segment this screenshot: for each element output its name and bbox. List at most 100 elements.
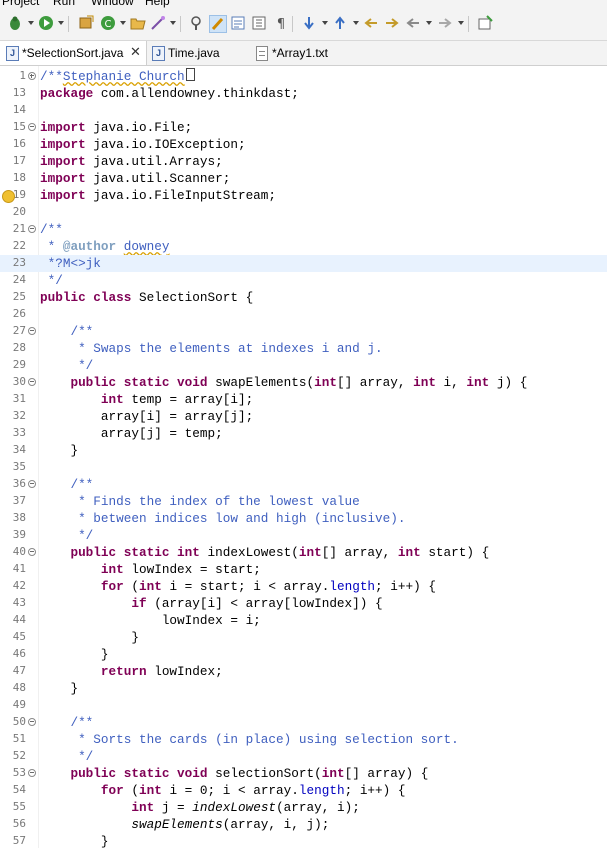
menu-help[interactable]: Help bbox=[145, 0, 170, 8]
forward-icon[interactable] bbox=[437, 15, 453, 31]
code-line[interactable]: 29 */ bbox=[0, 357, 607, 374]
code-line[interactable]: 35 bbox=[0, 459, 607, 476]
code-line[interactable]: 34 } bbox=[0, 442, 607, 459]
code-line[interactable]: 46 } bbox=[0, 646, 607, 663]
code-line[interactable]: 15 import java.io.File; bbox=[0, 119, 607, 136]
open-folder-icon[interactable] bbox=[130, 15, 146, 31]
code-line[interactable]: 38 * between indices low and high (inclu… bbox=[0, 510, 607, 527]
toggle-block-icon[interactable] bbox=[251, 15, 267, 31]
expand-fold-icon[interactable] bbox=[28, 72, 36, 80]
tab-selectionsort-java[interactable]: J *SelectionSort.java ✕ bbox=[0, 41, 147, 65]
code-line[interactable]: 26 bbox=[0, 306, 607, 323]
code-line[interactable]: 41 int lowIndex = start; bbox=[0, 561, 607, 578]
collapse-fold-icon[interactable] bbox=[28, 378, 36, 386]
code-line[interactable]: 19 import java.io.FileInputStream; bbox=[0, 187, 607, 204]
code-line[interactable]: 42 for (int i = start; i < array.length;… bbox=[0, 578, 607, 595]
code-line[interactable]: 17 import java.util.Arrays; bbox=[0, 153, 607, 170]
new-package-icon[interactable] bbox=[78, 15, 94, 31]
debug-icon[interactable] bbox=[7, 15, 23, 31]
run-icon[interactable] bbox=[38, 15, 54, 31]
code-line[interactable]: 25 public class SelectionSort { bbox=[0, 289, 607, 306]
code-line[interactable]: 22 * @author downey bbox=[0, 238, 607, 255]
back-icon[interactable] bbox=[405, 15, 421, 31]
code-line[interactable]: 48 } bbox=[0, 680, 607, 697]
code-token: java.io.FileInputStream; bbox=[93, 188, 277, 203]
collapse-fold-icon[interactable] bbox=[28, 327, 36, 335]
collapse-fold-icon[interactable] bbox=[28, 225, 36, 233]
code-line[interactable]: 37 * Finds the index of the lowest value bbox=[0, 493, 607, 510]
code-line[interactable]: 45 } bbox=[0, 629, 607, 646]
previous-annotation-dropdown-icon[interactable] bbox=[353, 21, 359, 25]
code-line[interactable]: 13 package com.allendowney.thinkdast; bbox=[0, 85, 607, 102]
code-token: i, bbox=[435, 375, 467, 390]
pilcrow-icon[interactable]: ¶ bbox=[273, 15, 289, 31]
code-line[interactable]: 36 /** bbox=[0, 476, 607, 493]
tab-array1-txt[interactable]: *Array1.txt bbox=[250, 41, 350, 65]
code-line[interactable]: 18 import java.util.Scanner; bbox=[0, 170, 607, 187]
code-line[interactable]: 39 */ bbox=[0, 527, 607, 544]
code-line[interactable]: 54 for (int i = 0; i < array.length; i++… bbox=[0, 782, 607, 799]
debug-dropdown-icon[interactable] bbox=[28, 21, 34, 25]
menu-window[interactable]: Window bbox=[91, 0, 134, 8]
menu-project[interactable]: Project bbox=[2, 0, 39, 8]
last-edit-location-icon[interactable] bbox=[363, 15, 379, 31]
search-icon[interactable] bbox=[189, 15, 205, 31]
pin-editor-icon[interactable] bbox=[477, 15, 493, 31]
code-line[interactable]: 49 bbox=[0, 697, 607, 714]
wand-icon[interactable] bbox=[150, 15, 166, 31]
code-line[interactable]: 56 swapElements(array, i, j); bbox=[0, 816, 607, 833]
next-annotation-icon[interactable] bbox=[301, 15, 317, 31]
code-text: import java.util.Arrays; bbox=[40, 153, 223, 170]
code-line[interactable]: 47 return lowIndex; bbox=[0, 663, 607, 680]
run-dropdown-icon[interactable] bbox=[58, 21, 64, 25]
line-gutter: 52 bbox=[0, 748, 38, 765]
tab-time-java[interactable]: J Time.java bbox=[146, 41, 246, 65]
code-line[interactable]: 55 int j = indexLowest(array, i); bbox=[0, 799, 607, 816]
collapse-fold-icon[interactable] bbox=[28, 769, 36, 777]
forward-dropdown-icon[interactable] bbox=[458, 21, 464, 25]
code-line[interactable]: 20 bbox=[0, 204, 607, 221]
line-gutter: 44 bbox=[0, 612, 38, 629]
code-line[interactable]: 30 public static void swapElements(int[]… bbox=[0, 374, 607, 391]
code-line[interactable]: 43 if (array[i] < array[lowIndex]) { bbox=[0, 595, 607, 612]
new-class-dropdown-icon[interactable] bbox=[120, 21, 126, 25]
code-line[interactable]: 44 lowIndex = i; bbox=[0, 612, 607, 629]
code-line[interactable]: 50 /** bbox=[0, 714, 607, 731]
code-line[interactable]: 32 array[i] = array[j]; bbox=[0, 408, 607, 425]
code-line[interactable]: 1 /**Stephanie Church bbox=[0, 68, 607, 85]
code-line[interactable]: 27 /** bbox=[0, 323, 607, 340]
wand-dropdown-icon[interactable] bbox=[170, 21, 176, 25]
code-line[interactable]: 14 bbox=[0, 102, 607, 119]
next-annotation-dropdown-icon[interactable] bbox=[322, 21, 328, 25]
code-line[interactable]: 52 */ bbox=[0, 748, 607, 765]
new-class-icon[interactable]: C bbox=[100, 15, 116, 31]
line-number: 17 bbox=[12, 154, 26, 167]
code-line[interactable]: 40 public static int indexLowest(int[] a… bbox=[0, 544, 607, 561]
code-line[interactable]: 24 */ bbox=[0, 272, 607, 289]
code-editor[interactable]: 1/**Stephanie Church 13 package com.allend… bbox=[0, 66, 607, 850]
close-icon[interactable]: ✕ bbox=[130, 44, 141, 60]
code-token: Stephanie Church bbox=[62, 69, 185, 84]
collapse-fold-icon[interactable] bbox=[28, 548, 36, 556]
code-line[interactable]: 23 *?M<>jk bbox=[0, 255, 607, 272]
code-token: /** bbox=[40, 477, 94, 492]
code-line[interactable]: 53 public static void selectionSort(int[… bbox=[0, 765, 607, 782]
code-line[interactable]: 31 int temp = array[i]; bbox=[0, 391, 607, 408]
previous-annotation-icon[interactable] bbox=[332, 15, 348, 31]
collapse-fold-icon[interactable] bbox=[28, 123, 36, 131]
code-line[interactable]: 16 import java.io.IOException; bbox=[0, 136, 607, 153]
menu-run[interactable]: Run bbox=[53, 0, 75, 8]
code-line[interactable]: 33 array[j] = temp; bbox=[0, 425, 607, 442]
line-gutter: 19 bbox=[0, 187, 38, 204]
code-line[interactable]: 57 } bbox=[0, 833, 607, 850]
highlight-occurrences-icon[interactable] bbox=[209, 15, 227, 33]
show-source-icon[interactable] bbox=[230, 15, 246, 31]
warning-icon[interactable] bbox=[2, 190, 15, 203]
collapse-fold-icon[interactable] bbox=[28, 718, 36, 726]
code-line[interactable]: 28 * Swaps the elements at indexes i and… bbox=[0, 340, 607, 357]
code-line[interactable]: 51 * Sorts the cards (in place) using se… bbox=[0, 731, 607, 748]
code-line[interactable]: 21 /** bbox=[0, 221, 607, 238]
back-dropdown-icon[interactable] bbox=[426, 21, 432, 25]
collapse-fold-icon[interactable] bbox=[28, 480, 36, 488]
forward-edit-icon[interactable] bbox=[384, 15, 400, 31]
